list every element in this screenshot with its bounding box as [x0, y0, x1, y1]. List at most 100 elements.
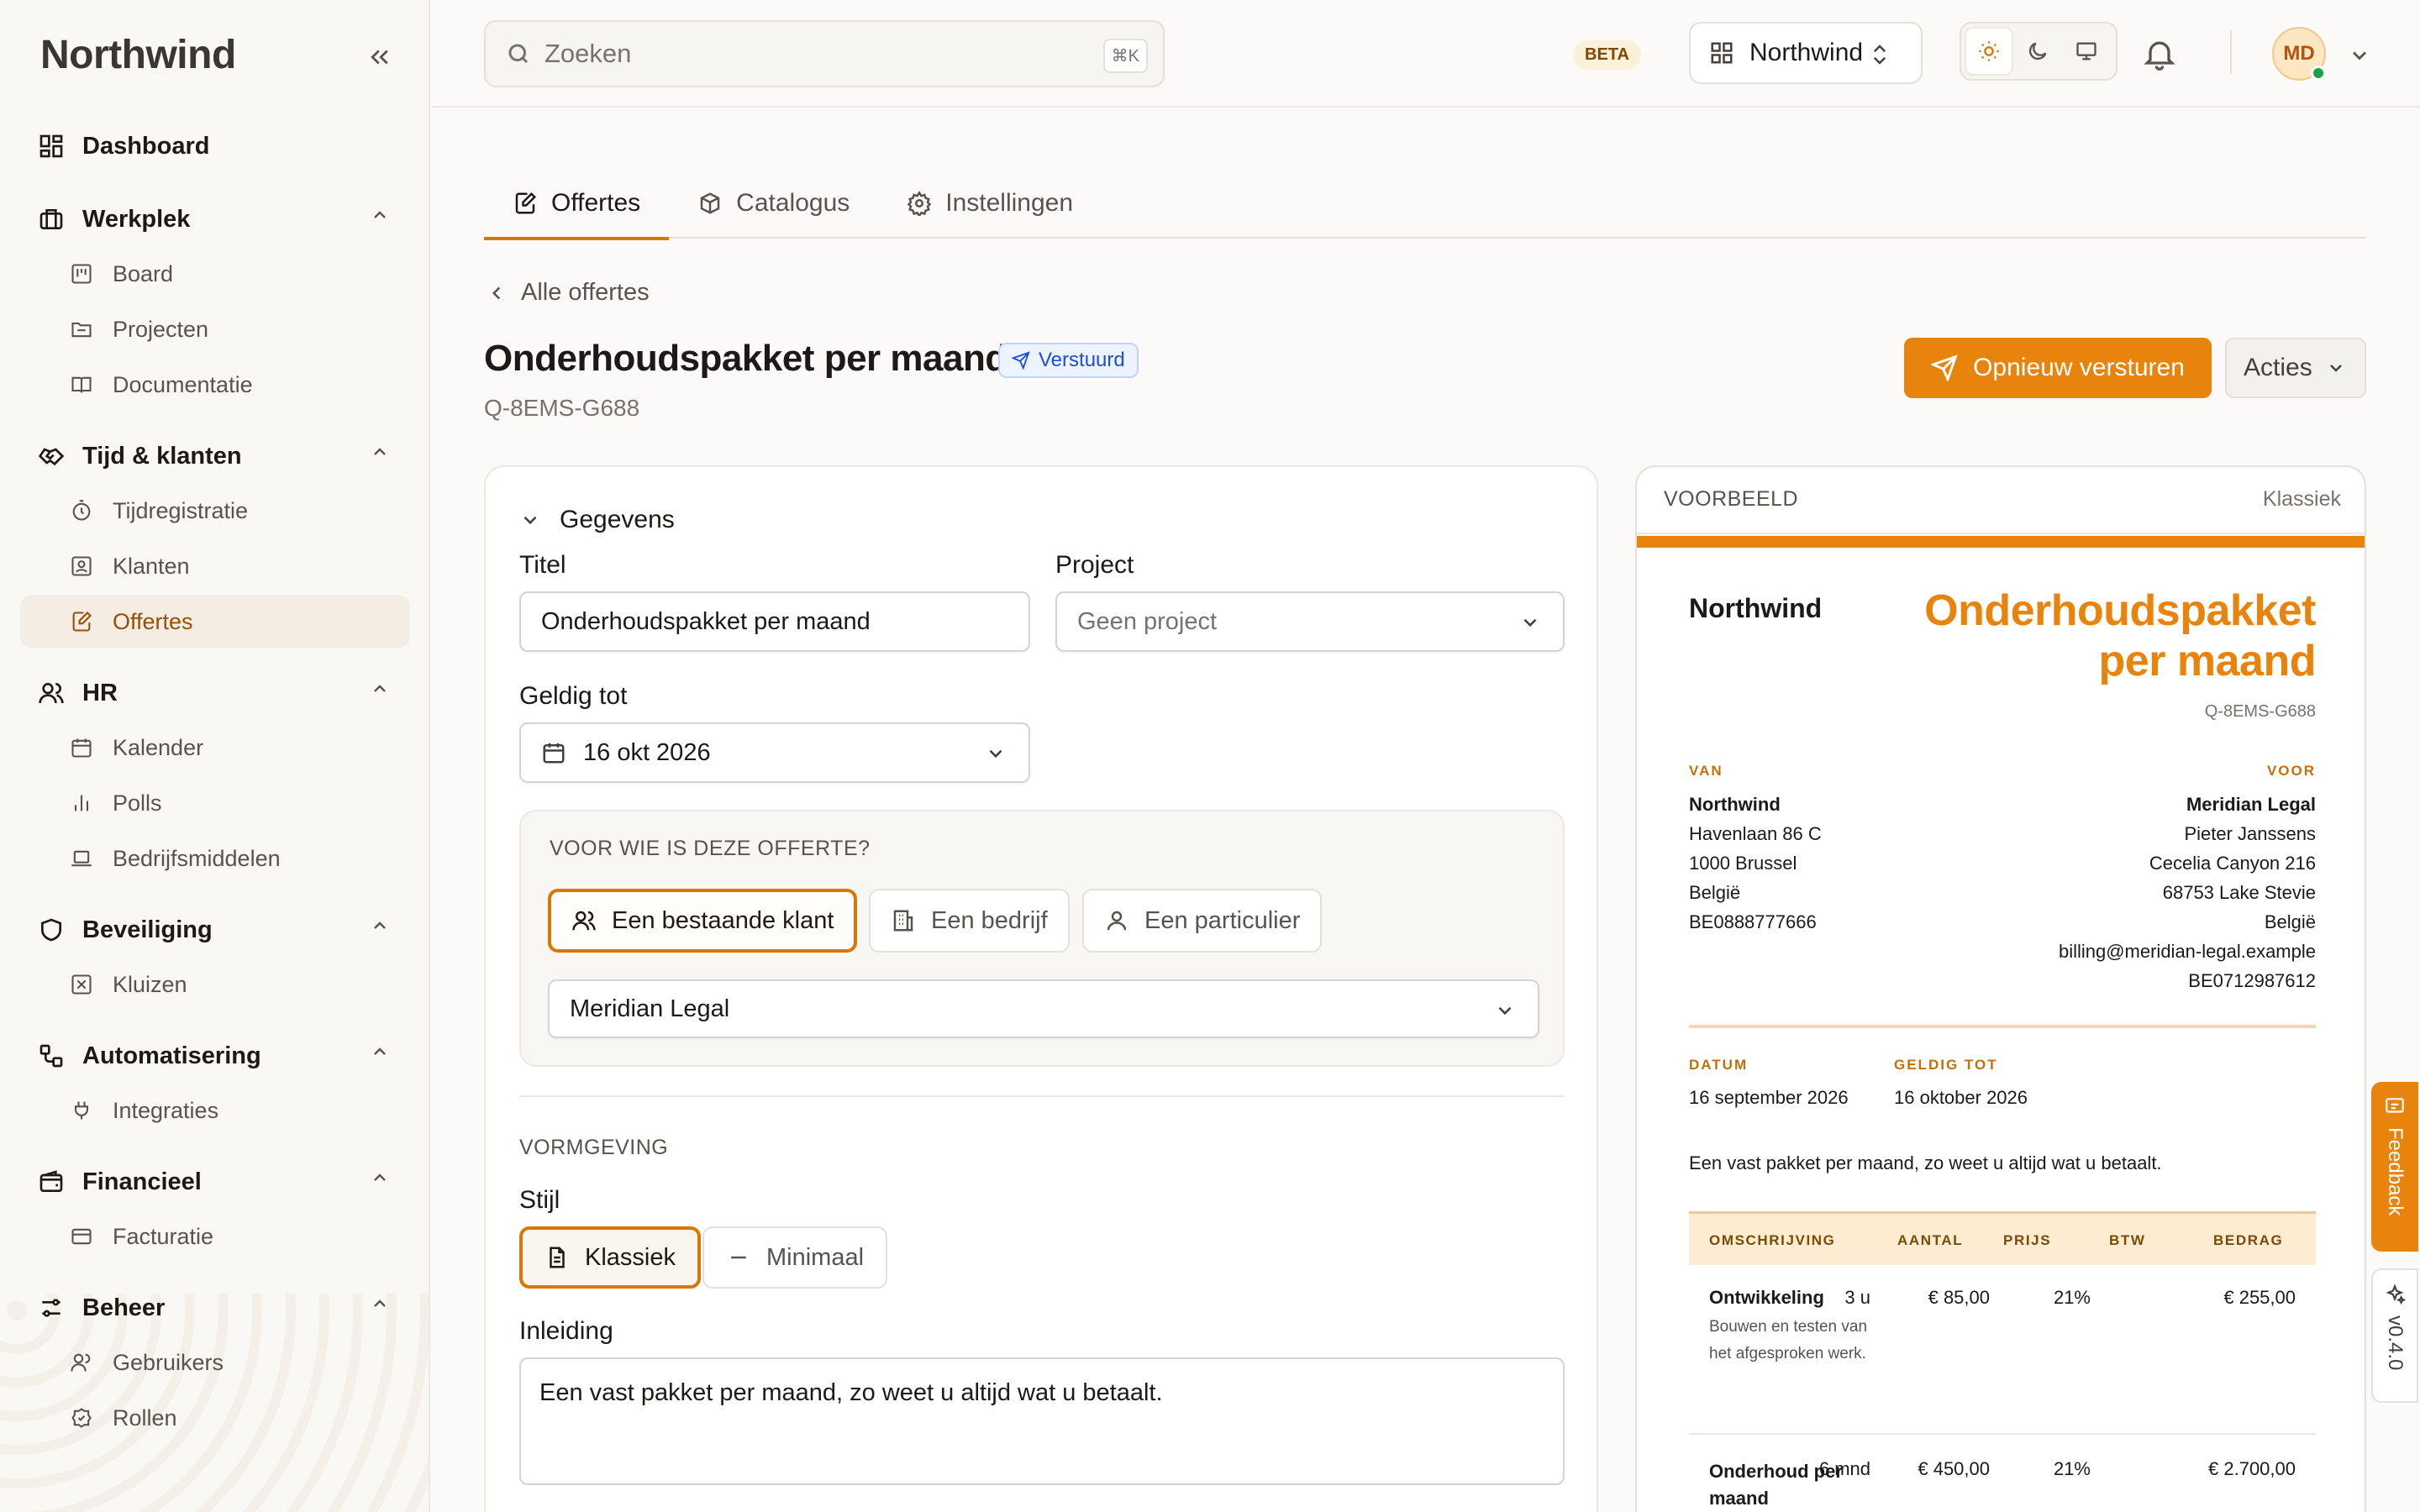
option-label: Een bedrijf — [931, 906, 1048, 934]
tab-label: Offertes — [551, 189, 641, 217]
users-icon — [67, 1348, 96, 1377]
theme-switcher — [1960, 22, 2118, 81]
doc-brand: Northwind — [1689, 593, 1823, 623]
chevron-up-icon — [374, 921, 386, 929]
project-select[interactable]: Geen project — [1055, 591, 1565, 652]
item-vat: 21% — [2053, 1458, 2091, 1479]
sidebar-item-tijdregistratie[interactable]: Tijdregistratie — [20, 484, 410, 538]
chevrons-up-down-icon — [1873, 45, 1886, 65]
from-caption: VAN — [1689, 763, 1723, 779]
bell-icon[interactable] — [2141, 35, 2178, 72]
title-label: Titel — [519, 551, 566, 579]
sidebar-item-klanten[interactable]: Klanten — [20, 539, 410, 593]
system-theme-button[interactable] — [2062, 27, 2111, 76]
sidebar-item-label: Offertes — [113, 608, 193, 634]
sidebar-item-integraties[interactable]: Integraties — [20, 1084, 410, 1137]
design-section-title: VORMGEVING — [519, 1136, 669, 1159]
chevron-up-icon — [374, 685, 386, 692]
page-title: Onderhoudspakket per maand — [484, 338, 1007, 379]
sidebar-group-financieel[interactable]: Financieel — [20, 1156, 410, 1208]
title-input[interactable]: Onderhoudspakket per maand — [519, 591, 1030, 652]
option-label: Een particulier — [1144, 906, 1301, 934]
light-theme-button[interactable] — [1965, 27, 2013, 76]
sidebar-item-kalender[interactable]: Kalender — [20, 721, 410, 774]
send-icon — [1012, 351, 1030, 370]
chevron-down-icon[interactable] — [2348, 44, 2371, 67]
option-label: Minimaal — [766, 1243, 865, 1271]
company-option[interactable]: Een bedrijf — [869, 889, 1070, 953]
column-header: OMSCHRIJVING — [1709, 1232, 1836, 1248]
workspace-switcher[interactable]: Northwind — [1689, 22, 1923, 84]
individual-option[interactable]: Een particulier — [1082, 889, 1323, 953]
chevron-up-icon — [374, 211, 386, 218]
collapse-sidebar-icon[interactable] — [361, 39, 398, 76]
avatar[interactable]: MD — [2272, 27, 2326, 81]
tab-instellingen[interactable]: Instellingen — [878, 168, 1102, 239]
style-classic-option[interactable]: Klassiek — [519, 1226, 701, 1289]
sidebar-group-tijd-klanten[interactable]: Tijd & klanten — [20, 430, 410, 482]
vault-icon — [67, 970, 96, 999]
tab-offertes[interactable]: Offertes — [484, 168, 670, 240]
sidebar-item-label: Documentatie — [113, 371, 253, 397]
from-address: Northwind Havenlaan 86 C 1000 Brussel Be… — [1689, 790, 1822, 937]
table-header: OMSCHRIJVING AANTAL PRIJS BTW BEDRAG — [1689, 1211, 2316, 1265]
doc-intro: Een vast pakket per maand, zo weet u alt… — [1689, 1152, 2162, 1173]
back-link[interactable]: Alle offertes — [486, 279, 650, 307]
sidebar-item-projecten[interactable]: Projecten — [20, 302, 410, 356]
sidebar-item-rollen[interactable]: Rollen — [20, 1391, 410, 1445]
sparkles-icon — [2386, 1284, 2406, 1305]
quote-id: Q-8EMS-G688 — [484, 395, 640, 421]
sidebar-item-polls[interactable]: Polls — [20, 776, 410, 830]
bar-chart-icon — [67, 789, 96, 817]
sidebar-group-automatisering[interactable]: Automatisering — [20, 1030, 410, 1082]
sidebar-item-kluizen[interactable]: Kluizen — [20, 958, 410, 1011]
sidebar-item-label: Kluizen — [113, 971, 187, 997]
divider — [2230, 30, 2232, 74]
preview-card: VOORBEELD Klassiek Northwind Onderhoudsp… — [1635, 465, 2366, 1512]
from-line: Havenlaan 86 C — [1689, 823, 1822, 844]
search-input[interactable]: Zoeken ⌘K — [484, 20, 1165, 87]
sidebar-group-beveiliging[interactable]: Beveiliging — [20, 904, 410, 956]
tab-catalogus[interactable]: Catalogus — [669, 168, 878, 239]
sidebar-item-label: Facturatie — [113, 1223, 214, 1249]
app-logo[interactable]: Northwind — [40, 32, 236, 78]
sidebar-group-label: Tijd & klanten — [82, 442, 242, 470]
topbar: Zoeken ⌘K BETA Northwind MD — [432, 0, 2420, 108]
resend-label: Opnieuw versturen — [1973, 354, 2185, 381]
client-select[interactable]: Meridian Legal — [548, 979, 1539, 1038]
tab-label: Instellingen — [945, 189, 1074, 217]
workflow-icon — [37, 1042, 66, 1070]
sidebar-group-beheer[interactable]: Beheer — [20, 1282, 410, 1334]
column-header: BTW — [2109, 1232, 2146, 1248]
status-label: Verstuurd — [1039, 349, 1125, 371]
sidebar-item-bedrijfsmiddelen[interactable]: Bedrijfsmiddelen — [20, 832, 410, 885]
feedback-tab[interactable]: Feedback — [2371, 1082, 2418, 1252]
users-icon — [572, 911, 596, 931]
sidebar-group-hr[interactable]: HR — [20, 667, 410, 719]
sidebar-item-dashboard[interactable]: Dashboard — [20, 118, 410, 175]
valid-until-picker[interactable]: 16 okt 2026 — [519, 722, 1030, 783]
dark-theme-button[interactable] — [2013, 27, 2062, 76]
wallet-icon — [37, 1168, 66, 1196]
version-label: v0.4.0 — [2384, 1315, 2407, 1371]
item-name: Ontwikkeling — [1709, 1287, 1824, 1308]
style-minimal-option[interactable]: Minimaal — [702, 1226, 888, 1289]
section-toggle-gegevens[interactable]: Gegevens — [519, 506, 675, 534]
to-line: Meridian Legal — [2186, 794, 2316, 815]
sidebar-item-board[interactable]: Board — [20, 247, 410, 301]
resend-button[interactable]: Opnieuw versturen — [1904, 338, 2212, 398]
sidebar-item-label: Gebruikers — [113, 1349, 224, 1375]
sidebar-item-offertes[interactable]: Offertes — [20, 595, 410, 648]
version-tab[interactable]: v0.4.0 — [2371, 1268, 2418, 1403]
sidebar-group-werkplek[interactable]: Werkplek — [20, 193, 410, 245]
sidebar-item-gebruikers[interactable]: Gebruikers — [20, 1336, 410, 1389]
monitor-icon — [2076, 42, 2096, 60]
preview-title: VOORBEELD — [1664, 487, 1799, 511]
item-vat: 21% — [2053, 1287, 2091, 1308]
actions-dropdown[interactable]: Acties — [2225, 338, 2366, 398]
existing-client-option[interactable]: Een bestaande klant — [548, 889, 858, 953]
sidebar-item-facturatie[interactable]: Facturatie — [20, 1210, 410, 1263]
handshake-icon — [37, 442, 66, 470]
sidebar-item-documentatie[interactable]: Documentatie — [20, 358, 410, 412]
intro-textarea[interactable]: Een vast pakket per maand, zo weet u alt… — [519, 1357, 1565, 1485]
